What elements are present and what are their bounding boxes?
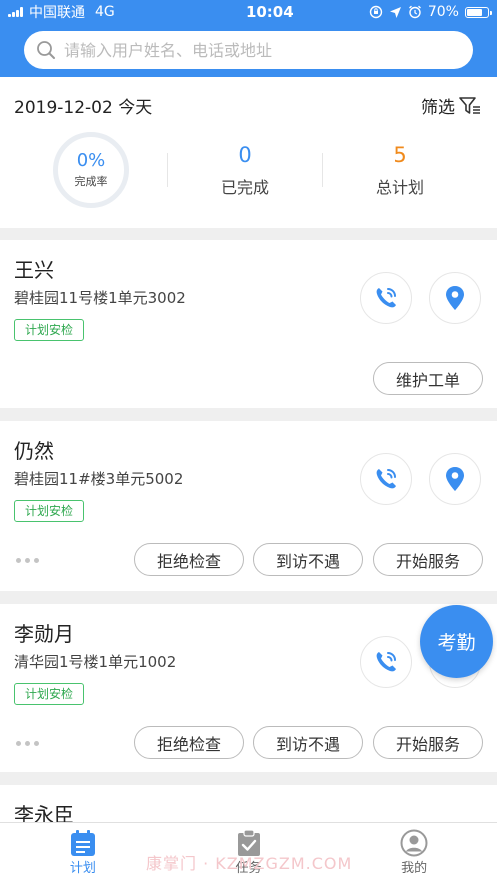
completed-label: 已完成: [220, 178, 269, 197]
completed-stat: 0 已完成: [168, 142, 322, 198]
search-icon: [37, 41, 55, 59]
date-label: 2019-12-02 今天: [14, 98, 153, 118]
tab-label: 计划: [69, 861, 96, 876]
plan-card[interactable]: 仍然 碧桂园11#楼3单元5002 计划安检 拒绝检查 到访不遇 开始服务: [0, 421, 497, 591]
phone-icon: [376, 288, 396, 308]
alarm-icon: [408, 5, 421, 19]
customer-address: 清华园1号楼1单元1002: [14, 653, 177, 671]
network-label: 4G: [95, 4, 115, 20]
more-icon[interactable]: [16, 741, 39, 746]
user-icon: [400, 829, 428, 857]
customer-name: 仍然: [14, 439, 54, 463]
map-pin-icon: [446, 286, 464, 310]
tab-label: 我的: [401, 861, 428, 876]
completed-value: 0: [238, 143, 252, 167]
filter-button[interactable]: 筛选: [421, 93, 481, 118]
search-input[interactable]: [62, 39, 446, 61]
completion-rate-label: 完成率: [74, 175, 108, 188]
daily-summary: 2019-12-02 今天 筛选 0% 完成率 0 已完成 5 总计划: [0, 77, 497, 228]
map-pin-icon: [446, 467, 464, 491]
watermark: 康掌门 · KZMZGZM.COM: [146, 854, 353, 873]
location-arrow-icon: [389, 6, 401, 18]
customer-name: 李勋月: [14, 622, 74, 646]
filter-icon: [459, 96, 480, 114]
refuse-inspection-button[interactable]: 拒绝检查: [134, 726, 244, 759]
filter-label: 筛选: [421, 98, 455, 118]
search-bar[interactable]: [24, 31, 473, 69]
signal-icon: [8, 7, 23, 17]
customer-address: 碧桂园11号楼1单元3002: [14, 289, 186, 307]
customer-address: 碧桂园11#楼3单元5002: [14, 470, 184, 488]
call-button[interactable]: [360, 636, 412, 688]
top-header: 中国联通 4G 10:04 70%: [0, 0, 497, 77]
location-button[interactable]: [429, 272, 481, 324]
carrier-label: 中国联通: [29, 5, 85, 21]
battery-icon: [464, 6, 492, 18]
refuse-inspection-button[interactable]: 拒绝检查: [134, 543, 244, 576]
calendar-icon: [70, 830, 95, 856]
attendance-button[interactable]: 考勤: [420, 605, 493, 678]
location-button[interactable]: [429, 453, 481, 505]
tab-mine[interactable]: 我的: [331, 823, 497, 883]
maintenance-order-button[interactable]: 维护工单: [373, 362, 483, 395]
completion-rate-value: 0%: [76, 150, 106, 171]
start-service-button[interactable]: 开始服务: [373, 726, 483, 759]
phone-icon: [376, 652, 396, 672]
plan-type-tag: 计划安检: [14, 319, 85, 341]
total-value: 5: [393, 143, 407, 167]
total-stat: 5 总计划: [323, 142, 477, 198]
visit-absent-button[interactable]: 到访不遇: [253, 543, 363, 576]
battery-percent: 70%: [427, 4, 459, 20]
phone-icon: [376, 469, 396, 489]
start-service-button[interactable]: 开始服务: [373, 543, 483, 576]
total-label: 总计划: [375, 178, 424, 197]
rotation-lock-icon: [369, 5, 383, 19]
more-icon[interactable]: [16, 558, 39, 563]
tab-plan[interactable]: 计划: [0, 823, 166, 883]
plan-type-tag: 计划安检: [14, 683, 85, 705]
call-button[interactable]: [360, 272, 412, 324]
plan-card[interactable]: 王兴 碧桂园11号楼1单元3002 计划安检 维护工单: [0, 240, 497, 408]
completion-ring: 0% 完成率: [53, 132, 129, 208]
customer-name: 王兴: [14, 258, 54, 282]
plan-type-tag: 计划安检: [14, 500, 85, 522]
clock: 10:04: [245, 3, 294, 21]
status-bar: 中国联通 4G 10:04 70%: [0, 0, 497, 24]
call-button[interactable]: [360, 453, 412, 505]
visit-absent-button[interactable]: 到访不遇: [253, 726, 363, 759]
